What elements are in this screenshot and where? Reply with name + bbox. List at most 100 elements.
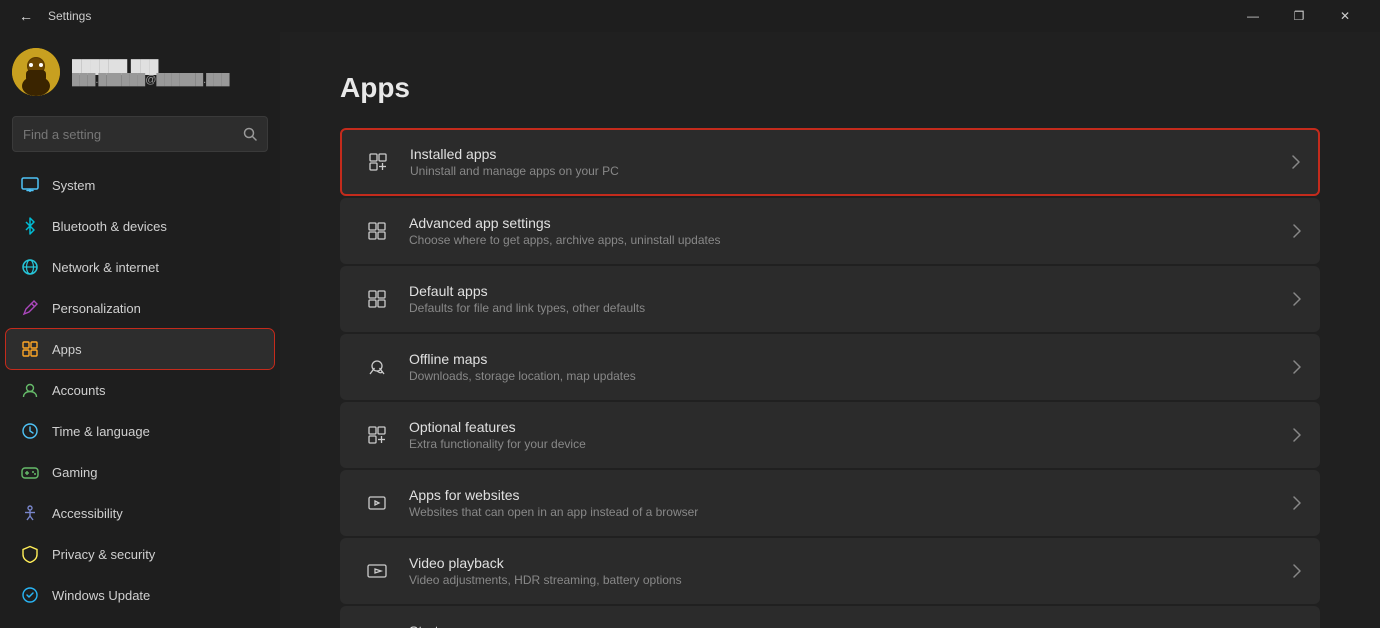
optional-features-text: Optional features Extra functionality for…: [409, 419, 1293, 451]
sidebar-item-apps[interactable]: Apps: [6, 329, 274, 369]
gaming-icon: [20, 462, 40, 482]
advanced-app-settings-title: Advanced app settings: [409, 215, 1293, 231]
title-bar-controls: — ❐ ✕: [1230, 0, 1368, 32]
video-playback-text: Video playback Video adjustments, HDR str…: [409, 555, 1293, 587]
time-icon: [20, 421, 40, 441]
title-bar: ← Settings — ❐ ✕: [0, 0, 1380, 32]
settings-item-apps-for-websites[interactable]: Apps for websites Websites that can open …: [340, 470, 1320, 536]
sidebar-item-label-windowsupdate: Windows Update: [52, 588, 150, 603]
default-apps-description: Defaults for file and link types, other …: [409, 301, 1293, 315]
settings-item-installed-apps[interactable]: Installed appsUninstall and manage apps …: [340, 128, 1320, 196]
apps-for-websites-title: Apps for websites: [409, 487, 1293, 503]
sidebar-item-system[interactable]: System: [6, 165, 274, 205]
accessibility-icon: [20, 503, 40, 523]
system-icon: [20, 175, 40, 195]
search-box[interactable]: [12, 116, 268, 152]
apps-for-websites-icon: [359, 485, 395, 521]
startup-icon: [359, 621, 395, 628]
sidebar: ██████ ███ ███.██████@██████.███ System B…: [0, 32, 280, 628]
settings-item-video-playback[interactable]: Video playback Video adjustments, HDR str…: [340, 538, 1320, 604]
sidebar-item-bluetooth[interactable]: Bluetooth & devices: [6, 206, 274, 246]
windowsupdate-icon: [20, 585, 40, 605]
sidebar-item-label-system: System: [52, 178, 95, 193]
offline-maps-icon: [359, 349, 395, 385]
advanced-app-settings-description: Choose where to get apps, archive apps, …: [409, 233, 1293, 247]
sidebar-item-network[interactable]: Network & internet: [6, 247, 274, 287]
sidebar-item-label-network: Network & internet: [52, 260, 159, 275]
video-playback-chevron-icon: [1293, 564, 1301, 578]
minimize-button[interactable]: —: [1230, 0, 1276, 32]
default-apps-chevron-icon: [1293, 292, 1301, 306]
startup-title: Startup: [409, 623, 1293, 628]
apps-for-websites-text: Apps for websites Websites that can open …: [409, 487, 1293, 519]
startup-text: StartupApps that start automatically whe…: [409, 623, 1293, 628]
maximize-button[interactable]: ❐: [1276, 0, 1322, 32]
title-bar-left: ← Settings: [12, 2, 1230, 30]
apps-for-websites-description: Websites that can open in an app instead…: [409, 505, 1293, 519]
video-playback-icon: [359, 553, 395, 589]
search-icon: [243, 127, 257, 141]
optional-features-icon: [359, 417, 395, 453]
network-icon: [20, 257, 40, 277]
video-playback-description: Video adjustments, HDR streaming, batter…: [409, 573, 1293, 587]
installed-apps-chevron-icon: [1292, 155, 1300, 169]
advanced-app-settings-icon: [359, 213, 395, 249]
user-name: ██████ ███: [72, 59, 230, 74]
avatar-image: [12, 48, 60, 96]
sidebar-item-personalization[interactable]: Personalization: [6, 288, 274, 328]
sidebar-item-accounts[interactable]: Accounts: [6, 370, 274, 410]
bluetooth-icon: [20, 216, 40, 236]
sidebar-item-label-gaming: Gaming: [52, 465, 98, 480]
nav-list: System Bluetooth & devices Network & inter…: [0, 164, 280, 616]
offline-maps-text: Offline maps Downloads, storage location,…: [409, 351, 1293, 383]
sidebar-item-label-privacy: Privacy & security: [52, 547, 155, 562]
apps-icon: [20, 339, 40, 359]
app-body: ██████ ███ ███.██████@██████.███ System B…: [0, 32, 1380, 628]
offline-maps-chevron-icon: [1293, 360, 1301, 374]
sidebar-item-label-accessibility: Accessibility: [52, 506, 123, 521]
avatar: [12, 48, 60, 96]
default-apps-icon: [359, 281, 395, 317]
title-bar-title: Settings: [48, 9, 91, 23]
default-apps-text: Default appsDefaults for file and link t…: [409, 283, 1293, 315]
settings-item-optional-features[interactable]: Optional features Extra functionality for…: [340, 402, 1320, 468]
settings-list: Installed appsUninstall and manage apps …: [340, 128, 1320, 628]
accounts-icon: [20, 380, 40, 400]
settings-item-advanced-app-settings[interactable]: Advanced app settings Choose where to get…: [340, 198, 1320, 264]
advanced-app-settings-text: Advanced app settings Choose where to get…: [409, 215, 1293, 247]
sidebar-item-label-bluetooth: Bluetooth & devices: [52, 219, 167, 234]
close-button[interactable]: ✕: [1322, 0, 1368, 32]
content-area: Apps Installed appsUninstall and manage …: [280, 32, 1380, 628]
search-input[interactable]: [23, 127, 235, 142]
installed-apps-icon: [360, 144, 396, 180]
optional-features-title: Optional features: [409, 419, 1293, 435]
apps-for-websites-chevron-icon: [1293, 496, 1301, 510]
page-title: Apps: [340, 72, 1320, 104]
user-profile[interactable]: ██████ ███ ███.██████@██████.███: [0, 32, 280, 108]
back-button[interactable]: ←: [12, 2, 40, 30]
user-email: ███.██████@██████.███: [72, 74, 230, 86]
user-info: ██████ ███ ███.██████@██████.███: [72, 59, 230, 86]
sidebar-item-time[interactable]: Time & language: [6, 411, 274, 451]
video-playback-title: Video playback: [409, 555, 1293, 571]
sidebar-item-gaming[interactable]: Gaming: [6, 452, 274, 492]
sidebar-item-label-personalization: Personalization: [52, 301, 141, 316]
installed-apps-description: Uninstall and manage apps on your PC: [410, 164, 1292, 178]
installed-apps-text: Installed appsUninstall and manage apps …: [410, 146, 1292, 178]
sidebar-item-label-apps: Apps: [52, 342, 82, 357]
settings-item-default-apps[interactable]: Default appsDefaults for file and link t…: [340, 266, 1320, 332]
search-container: [0, 108, 280, 164]
settings-item-offline-maps[interactable]: Offline maps Downloads, storage location,…: [340, 334, 1320, 400]
privacy-icon: [20, 544, 40, 564]
optional-features-description: Extra functionality for your device: [409, 437, 1293, 451]
sidebar-item-windowsupdate[interactable]: Windows Update: [6, 575, 274, 615]
offline-maps-description: Downloads, storage location, map updates: [409, 369, 1293, 383]
offline-maps-title: Offline maps: [409, 351, 1293, 367]
sidebar-item-label-accounts: Accounts: [52, 383, 105, 398]
optional-features-chevron-icon: [1293, 428, 1301, 442]
sidebar-item-privacy[interactable]: Privacy & security: [6, 534, 274, 574]
sidebar-item-accessibility[interactable]: Accessibility: [6, 493, 274, 533]
settings-item-startup[interactable]: StartupApps that start automatically whe…: [340, 606, 1320, 628]
advanced-app-settings-chevron-icon: [1293, 224, 1301, 238]
personalization-icon: [20, 298, 40, 318]
